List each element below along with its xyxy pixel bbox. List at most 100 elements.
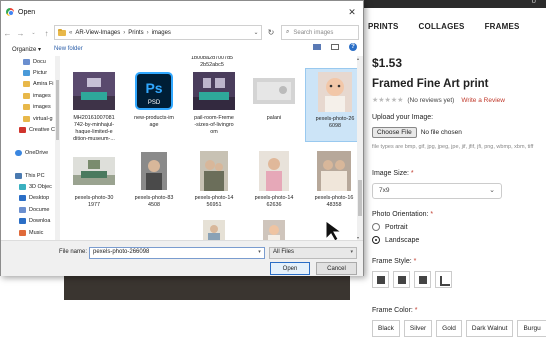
review-count: (No reviews yet): [407, 96, 455, 104]
radio-portrait-label: Portrait: [385, 223, 408, 231]
nav-frames[interactable]: FRAMES: [485, 22, 520, 38]
color-silver-button[interactable]: Silver: [403, 320, 433, 337]
file-item[interactable]: palani: [245, 68, 305, 142]
nav-item[interactable]: Docu: [1, 56, 55, 67]
file-item[interactable]: pail-room-Freme -sizes-of-livingro om: [185, 68, 245, 142]
file-name-caption: pexels-photo-30 1977: [74, 195, 114, 208]
file-name-input[interactable]: pexels-photo-266098 ▾: [89, 247, 265, 259]
color-burgundy-button[interactable]: Burgu: [517, 320, 546, 337]
image-thumbnail: [245, 220, 303, 240]
scroll-up-icon[interactable]: ▴: [357, 56, 359, 61]
nav-item[interactable]: Docume: [1, 204, 55, 215]
search-box[interactable]: ⌕ Search images: [281, 25, 359, 40]
image-size-select[interactable]: 7x9 ⌄: [372, 183, 502, 199]
frame-color-label: Frame Color:: [372, 307, 413, 314]
choose-file-button[interactable]: Choose File: [372, 127, 417, 138]
file-name-caption: pexels-photo-14 56951: [194, 195, 234, 208]
radio-landscape[interactable]: Landscape: [372, 236, 433, 244]
chevron-down-icon[interactable]: ⌄: [251, 29, 261, 36]
doc-icon: [23, 58, 30, 65]
color-black-button[interactable]: Black: [372, 320, 400, 337]
organize-button[interactable]: Organize ▾: [12, 46, 41, 53]
nav-item[interactable]: images: [1, 90, 55, 101]
frame-color-section: Frame Color: * Black Silver Gold Dark Wa…: [372, 307, 546, 337]
chrome-icon: [6, 8, 14, 16]
frame-style-option-4[interactable]: [435, 271, 452, 288]
file-item[interactable]: [185, 216, 245, 240]
file-item[interactable]: [245, 216, 305, 240]
nav-item[interactable]: Creative C: [1, 124, 55, 135]
nav-item[interactable]: Pictur: [1, 67, 55, 78]
open-button[interactable]: Open: [270, 262, 310, 275]
cancel-button[interactable]: Cancel: [316, 262, 357, 275]
close-icon[interactable]: ✕: [341, 1, 363, 23]
image-thumbnail: [245, 150, 303, 192]
frame-style-option-2[interactable]: [393, 271, 410, 288]
file-item[interactable]: pexels-photo-26 6098: [305, 68, 357, 142]
product-title: Framed Fine Art print: [372, 78, 489, 90]
topbar-user[interactable]: U: [532, 0, 536, 5]
file-item[interactable]: [305, 216, 357, 240]
nav-item[interactable]: This PC: [1, 170, 55, 181]
nav-item[interactable]: images: [1, 102, 55, 113]
back-arrow-icon[interactable]: ←: [1, 29, 14, 38]
required-mark: *: [430, 211, 434, 218]
color-gold-button[interactable]: Gold: [436, 320, 462, 337]
path-segment-1[interactable]: AR-View-Images: [75, 30, 120, 36]
fold-icon: [23, 115, 30, 122]
refresh-icon[interactable]: ↻: [263, 25, 279, 40]
file-item[interactable]: pexels-photo-14 62636: [245, 148, 305, 222]
path-segment-2[interactable]: Prints: [128, 30, 143, 36]
file-item[interactable]: pexels-photo-83 4508: [125, 148, 185, 222]
file-item[interactable]: Ps PSD new-products-im age: [125, 68, 185, 142]
nav-item[interactable]: Amira Fi: [1, 79, 55, 90]
radio-icon: [372, 223, 380, 231]
new-folder-button[interactable]: New folder: [54, 46, 83, 52]
path-segment-3[interactable]: images: [152, 30, 171, 36]
up-arrow-icon[interactable]: ↑: [40, 29, 53, 38]
file-scrollbar[interactable]: ▴ ▾: [357, 56, 363, 240]
file-name-caption: MH20161007081 742-by-minhajul- haque-lim…: [73, 115, 115, 142]
nav-item: [1, 136, 55, 147]
nav-scrollbar[interactable]: [55, 56, 60, 240]
file-item[interactable]: MH20161007081 742-by-minhajul- haque-lim…: [65, 68, 125, 142]
nav-item[interactable]: Downloa: [1, 215, 55, 226]
nav-item[interactable]: virtual-g: [1, 113, 55, 124]
frame-style-option-1[interactable]: [372, 271, 389, 288]
file-name-caption: new-products-im age: [134, 115, 174, 128]
dialog-bottom: File name: pexels-photo-266098 ▾ All Fil…: [1, 240, 363, 276]
file-list[interactable]: 1b00ba2d7007d5 2b52abc5 MH20161007081 74…: [61, 56, 357, 240]
navigation-pane[interactable]: Docu Pictur Amira Fi images images virtual-g C…: [1, 56, 55, 240]
nav-prints[interactable]: PRINTS: [368, 22, 399, 38]
upload-section: Upload your Image: Choose File No file c…: [372, 114, 533, 150]
write-review-link[interactable]: Write a Review: [461, 97, 505, 104]
forward-arrow-icon[interactable]: →: [14, 29, 27, 38]
preview-pane-icon[interactable]: [331, 44, 339, 50]
nav-item[interactable]: 3D Objec: [1, 181, 55, 192]
frame-style-label: Frame Style:: [372, 258, 412, 265]
nav-item[interactable]: Music: [1, 227, 55, 238]
help-icon[interactable]: ?: [349, 43, 357, 51]
file-item[interactable]: pexels-photo-30 1977: [65, 148, 125, 222]
frame-style-option-3[interactable]: [414, 271, 431, 288]
nav-item-label: images: [33, 92, 51, 99]
dialog-titlebar[interactable]: Open ✕: [1, 1, 363, 23]
file-type-select[interactable]: All Files ▾: [269, 247, 357, 259]
file-item[interactable]: pexels-photo-16 48358: [305, 148, 357, 222]
file-type-value: All Files: [273, 249, 295, 255]
address-bar[interactable]: « AR-View-Images › Prints › images ⌄: [54, 25, 262, 40]
nav-item-label: Desktop: [29, 195, 50, 202]
nav-collages[interactable]: COLLAGES: [419, 22, 465, 38]
recent-dropdown-icon[interactable]: ⌄: [27, 30, 40, 36]
open-dialog: Open ✕ ← → ⌄ ↑ « AR-View-Images › Prints…: [0, 0, 364, 276]
nav-item-label: virtual-g: [33, 115, 53, 122]
nav-item[interactable]: Desktop: [1, 193, 55, 204]
file-item[interactable]: pexels-photo-14 56951: [185, 148, 245, 222]
nav-item: [1, 159, 55, 170]
radio-portrait[interactable]: Portrait: [372, 223, 433, 231]
radio-checked-icon: [372, 236, 380, 244]
chevron-down-icon[interactable]: ▾: [255, 249, 264, 255]
color-dark-walnut-button[interactable]: Dark Walnut: [465, 320, 514, 337]
view-options-icon[interactable]: [313, 44, 321, 50]
nav-item[interactable]: OneDrive: [1, 147, 55, 158]
